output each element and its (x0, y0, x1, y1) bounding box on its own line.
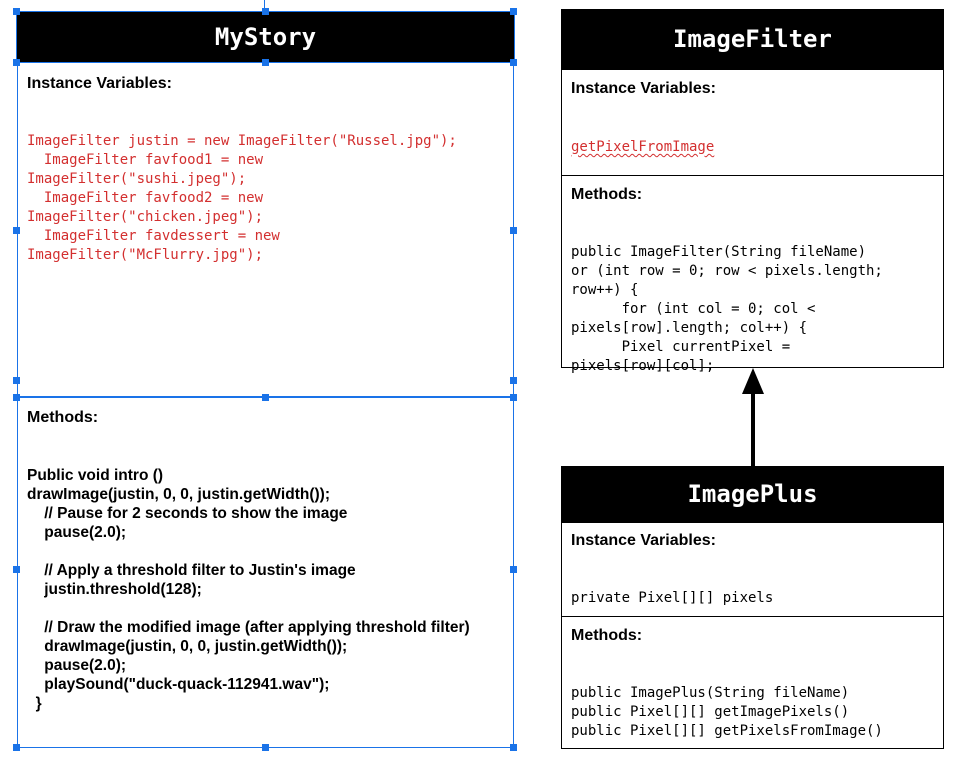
code-line: pause(2.0); (27, 657, 127, 674)
code-line: ImageFilter favdessert = new (27, 228, 280, 244)
imageplus-class-box[interactable]: ImagePlus Instance Variables: private Pi… (561, 466, 944, 749)
resize-handle[interactable] (13, 377, 20, 384)
code-line: getPixelFromImage (571, 139, 715, 155)
resize-handle[interactable] (510, 744, 517, 751)
resize-handle[interactable] (510, 377, 517, 384)
code-line: Public void intro () (27, 467, 164, 484)
code-line: ImageFilter favfood1 = new (27, 152, 264, 168)
imageplus-title: ImagePlus (561, 466, 944, 522)
code-line: pixels[row].length; col++) { (571, 320, 808, 336)
code-line: drawImage(justin, 0, 0, justin.getWidth(… (27, 638, 348, 655)
resize-handle[interactable] (262, 59, 269, 66)
resize-handle[interactable] (510, 227, 517, 234)
imageplus-methods-label: Methods: (571, 627, 643, 644)
code-line: private Pixel[][] pixels (571, 590, 774, 606)
resize-handle[interactable] (262, 394, 269, 401)
imageplus-instance-section: Instance Variables: private Pixel[][] pi… (561, 522, 944, 617)
code-line: row++) { (571, 282, 639, 298)
resize-handle[interactable] (13, 59, 20, 66)
code-line: public ImagePlus(String fileName) (571, 685, 850, 701)
imageplus-instance-label: Instance Variables: (571, 532, 716, 549)
resize-handle[interactable] (510, 59, 517, 66)
resize-handle[interactable] (510, 8, 517, 15)
code-line: public ImageFilter(String fileName) (571, 244, 867, 260)
mystory-class-box[interactable]: MyStory Instance Variables: ImageFilter … (17, 12, 514, 748)
imagefilter-class-box[interactable]: ImageFilter Instance Variables: getPixel… (561, 9, 944, 374)
resize-handle[interactable] (510, 566, 517, 573)
code-line: ImageFilter("chicken.jpeg"); (27, 209, 264, 225)
code-line: } (27, 695, 42, 712)
code-line: ImageFilter justin = new ImageFilter("Ru… (27, 133, 457, 149)
imagefilter-methods-section: Methods: public ImageFilter(String fileN… (561, 175, 944, 374)
code-line: ImageFilter("sushi.jpeg"); (27, 171, 247, 187)
mystory-methods-label: Methods: (27, 409, 99, 426)
mystory-instance-label: Instance Variables: (27, 75, 172, 92)
code-line: drawImage(justin, 0, 0, justin.getWidth(… (27, 486, 330, 503)
mystory-instance-section: Instance Variables: ImageFilter justin =… (17, 62, 514, 397)
mystory-methods-section: Methods: Public void intro () drawImage(j… (17, 397, 514, 748)
code-line: or (int row = 0; row < pixels.length; (571, 263, 883, 279)
code-line: ImageFilter favfood2 = new (27, 190, 264, 206)
resize-handle[interactable] (13, 744, 20, 751)
resize-handle[interactable] (13, 394, 20, 401)
imageplus-methods-section: Methods: public ImagePlus(String fileNam… (561, 616, 944, 749)
resize-handle[interactable] (262, 744, 269, 751)
code-line: playSound("duck-quack-112941.wav"); (27, 676, 330, 693)
code-line: pause(2.0); (27, 524, 127, 541)
resize-handle[interactable] (13, 566, 20, 573)
code-line: pixels[row][col]; (571, 358, 715, 374)
code-line: // Apply a threshold filter to Justin's … (27, 562, 356, 579)
rotate-handle[interactable] (264, 0, 265, 10)
imagefilter-instance-section: Instance Variables: getPixelFromImage (561, 69, 944, 176)
code-line: // Draw the modified image (after applyi… (27, 619, 470, 636)
mystory-methods-code: Public void intro () drawImage(justin, 0,… (27, 447, 470, 751)
inheritance-arrow-icon (742, 368, 764, 466)
imageplus-methods-code: public ImagePlus(String fileName) public … (571, 665, 883, 779)
code-line: // Pause for 2 seconds to show the image (27, 505, 348, 522)
code-line: Pixel currentPixel = (571, 339, 791, 355)
code-line: public Pixel[][] getPixelsFromImage() (571, 723, 883, 739)
selection-outline-title (16, 11, 515, 63)
resize-handle[interactable] (510, 394, 517, 401)
resize-handle[interactable] (13, 8, 20, 15)
code-line: public Pixel[][] getImagePixels() (571, 704, 850, 720)
imagefilter-instance-label: Instance Variables: (571, 80, 716, 97)
mystory-instance-code: ImageFilter justin = new ImageFilter("Ru… (27, 113, 457, 303)
code-line: ImageFilter("McFlurry.jpg"); (27, 247, 264, 263)
code-line: for (int col = 0; col < (571, 301, 816, 317)
resize-handle[interactable] (13, 227, 20, 234)
imagefilter-title: ImageFilter (561, 9, 944, 69)
code-line: justin.threshold(128); (27, 581, 202, 598)
imagefilter-methods-label: Methods: (571, 186, 643, 203)
imagefilter-methods-code: public ImageFilter(String fileName) or (i… (571, 224, 883, 414)
